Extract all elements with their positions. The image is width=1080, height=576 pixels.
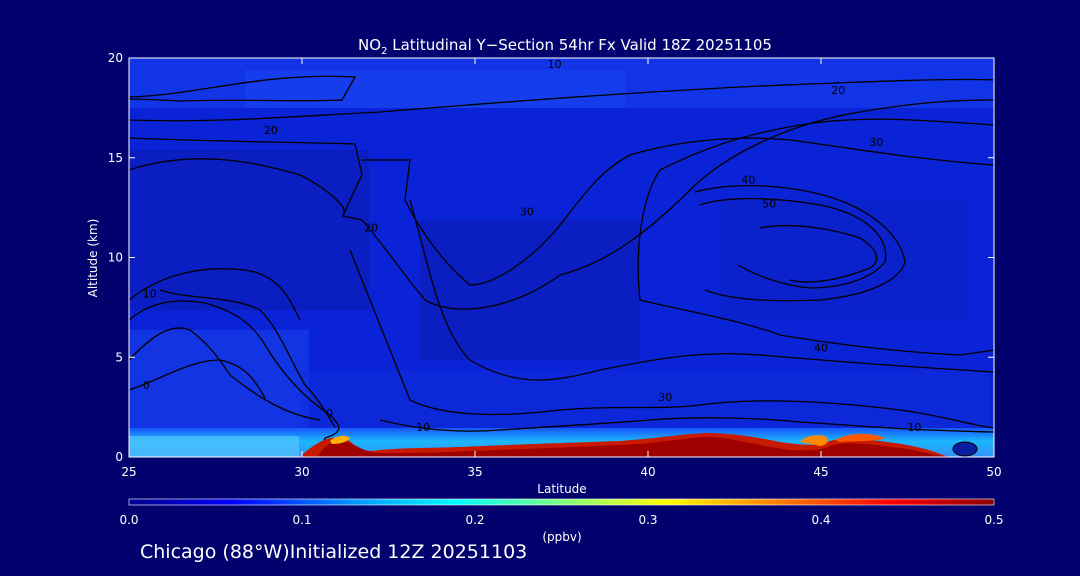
y-tick-label: 15 bbox=[108, 151, 123, 165]
colorbar-tick-label: 0.1 bbox=[292, 513, 311, 527]
colorbar-ticks: 0.0 0.1 0.2 0.3 0.4 0.5 bbox=[119, 513, 1003, 527]
chart-title: NO2 Latitudinal Y−Section 54hr Fx Valid … bbox=[358, 36, 772, 57]
colorbar-tick-label: 0.3 bbox=[638, 513, 657, 527]
chart-canvas: NO2 Latitudinal Y−Section 54hr Fx Valid … bbox=[86, 36, 1004, 544]
colorbar-unit-label: (ppbv) bbox=[542, 530, 581, 544]
footer-initialization-text: Chicago (88°W)Initialized 12Z 20251103 bbox=[140, 541, 528, 563]
contour-label: 30 bbox=[520, 206, 534, 219]
colorbar-tick-label: 0.2 bbox=[465, 513, 484, 527]
y-tick-label: 5 bbox=[115, 350, 123, 364]
x-tick-label: 30 bbox=[294, 465, 309, 479]
colorbar-tick-label: 0.5 bbox=[984, 513, 1003, 527]
contour-label: 10 bbox=[548, 58, 562, 71]
colorbar: 0.0 0.1 0.2 0.3 0.4 0.5 (ppbv) bbox=[119, 498, 1004, 544]
contour-label: 20 bbox=[831, 84, 845, 97]
x-tick-label: 40 bbox=[640, 465, 655, 479]
contour-label: 10 bbox=[907, 421, 921, 434]
contour-label: 10 bbox=[416, 421, 430, 434]
contour-label: 20 bbox=[364, 222, 378, 235]
contour-label: 40 bbox=[814, 341, 828, 354]
contour-label: 10 bbox=[143, 287, 157, 300]
contour-label: 30 bbox=[658, 391, 672, 404]
x-tick-label: 50 bbox=[986, 465, 1001, 479]
contour-label: 0 bbox=[326, 407, 333, 420]
x-axis-label: Latitude bbox=[537, 482, 586, 496]
colorbar-gradient bbox=[128, 498, 995, 506]
contour-label: 40 bbox=[741, 174, 755, 187]
x-tick-label: 25 bbox=[121, 465, 136, 479]
contour-label: 0 bbox=[143, 379, 150, 392]
colorbar-tick-label: 0.0 bbox=[119, 513, 138, 527]
y-tick-label: 20 bbox=[108, 51, 123, 65]
contour-label: 20 bbox=[264, 124, 278, 137]
x-tick-label: 35 bbox=[467, 465, 482, 479]
colorbar-tick-label: 0.4 bbox=[811, 513, 830, 527]
y-axis-label: Altitude (km) bbox=[86, 219, 100, 298]
y-tick-label: 0 bbox=[115, 450, 123, 464]
contour-label: 50 bbox=[762, 198, 776, 211]
y-tick-label: 10 bbox=[108, 251, 123, 265]
contour-label: 30 bbox=[869, 136, 883, 149]
x-tick-label: 45 bbox=[813, 465, 828, 479]
plot-area bbox=[129, 58, 994, 457]
